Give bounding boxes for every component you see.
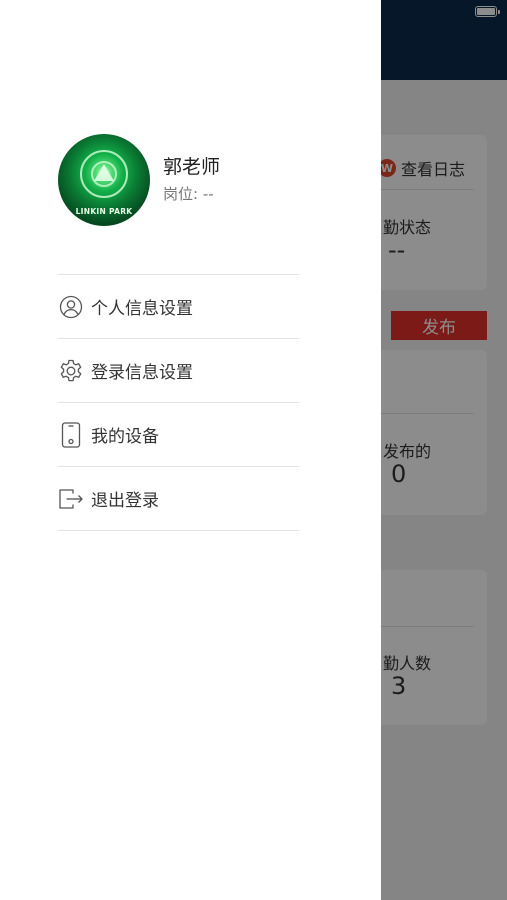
menu-item-label: 登录信息设置 [91, 363, 193, 383]
logout-icon [58, 486, 84, 512]
avatar-caption: LINKIN PARK [75, 207, 133, 216]
phone-device-icon [58, 421, 84, 448]
gear-icon [58, 358, 84, 384]
menu-item-label: 我的设备 [91, 427, 159, 447]
drawer-menu: 个人信息设置 登录信息设置 我的设备 退出登录 [58, 274, 300, 531]
menu-item-logout[interactable]: 退出登录 [58, 466, 300, 531]
user-position: 岗位: -- [163, 185, 214, 203]
user-circle-icon [58, 294, 84, 320]
menu-item-personal-info[interactable]: 个人信息设置 [58, 274, 300, 338]
avatar[interactable]: LINKIN PARK [58, 134, 150, 226]
menu-item-my-devices[interactable]: 我的设备 [58, 402, 300, 466]
user-name: 郭老师 [163, 156, 221, 178]
menu-item-label: 退出登录 [91, 491, 159, 511]
avatar-emblem [94, 164, 114, 181]
side-drawer: LINKIN PARK 郭老师 岗位: -- 个人信息设置 登录信息设置 我的设… [0, 0, 381, 900]
menu-item-login-info[interactable]: 登录信息设置 [58, 338, 300, 402]
menu-item-label: 个人信息设置 [91, 299, 193, 319]
